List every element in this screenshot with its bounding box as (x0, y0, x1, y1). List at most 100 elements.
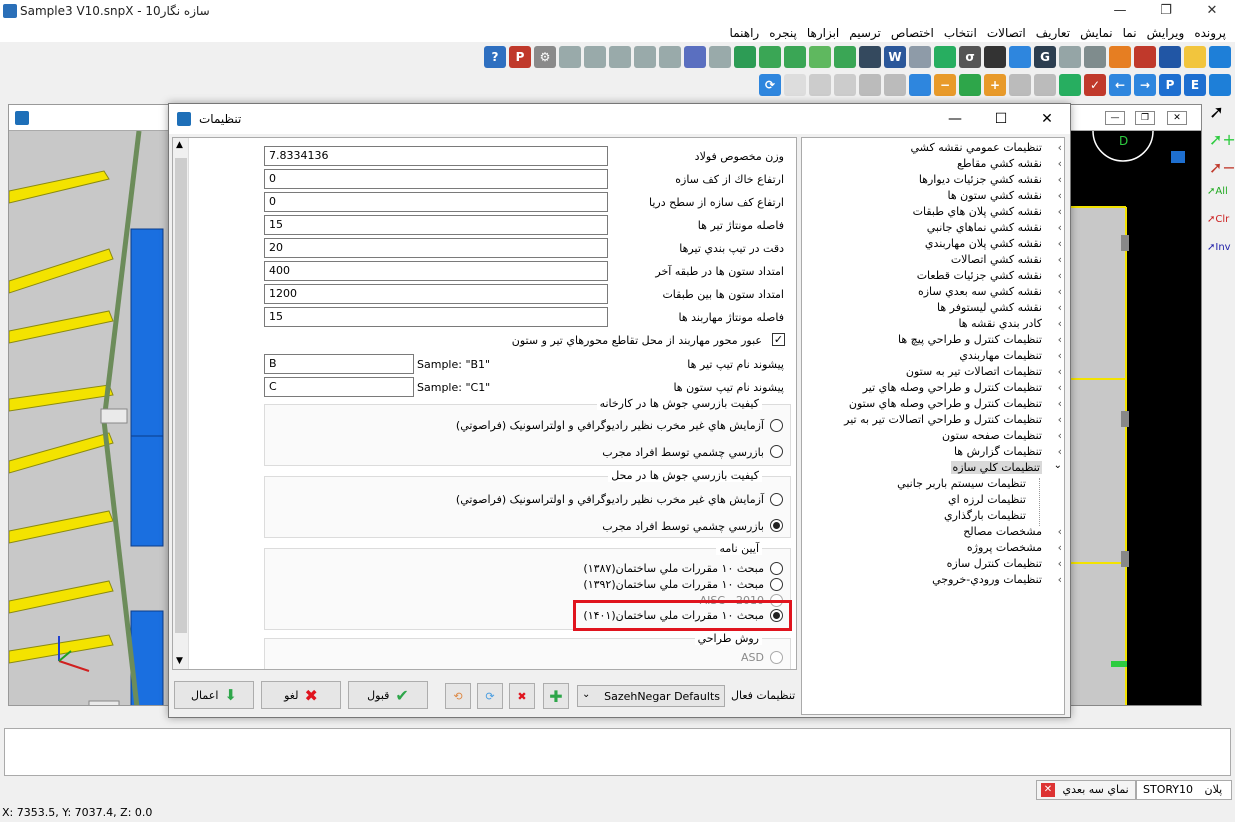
tree-expand-icon[interactable]: ‹ (1058, 332, 1062, 348)
menu-draw[interactable]: ترسيم (844, 25, 886, 41)
grid-icon[interactable] (834, 46, 856, 68)
pan-icon[interactable] (834, 74, 856, 96)
tree-node[interactable]: تنظيمات كنترل و طراحي وصله هاي ستون ‹ (804, 396, 1062, 412)
field-sea-level[interactable]: 0 (264, 192, 608, 212)
dialog-maximize-button[interactable]: ☐ (978, 104, 1024, 134)
tools-icon[interactable] (1134, 46, 1156, 68)
p-icon[interactable]: P (509, 46, 531, 68)
field-col-top[interactable]: 400 (264, 261, 608, 281)
tree-expand-icon[interactable]: ‹ (1058, 572, 1062, 588)
delete-settings-button[interactable]: ✖ (509, 683, 535, 709)
menu-file[interactable]: پرونده (1189, 25, 1231, 41)
weight-icon[interactable] (984, 46, 1006, 68)
field-beam-typing[interactable]: 20 (264, 238, 608, 258)
tree-node[interactable]: نقشه كشي ستون ها ‹ (804, 188, 1063, 204)
refresh-icon[interactable]: ⟳ (759, 74, 781, 96)
menu-edit[interactable]: ويرايش (1142, 25, 1190, 41)
tree-node[interactable]: نقشه كشي مقاطع ‹ (804, 156, 1062, 172)
close-button[interactable]: ✕ (1189, 0, 1235, 24)
tree-expand-icon[interactable]: ‹ (1058, 556, 1062, 572)
arrow-left-icon[interactable]: ← (1109, 74, 1131, 96)
truck-icon[interactable] (1059, 46, 1081, 68)
field-steel-density[interactable]: 7.8334136 (264, 146, 608, 166)
tree-expand-icon[interactable]: ‹ (1058, 172, 1062, 188)
viewport-3d[interactable] (8, 104, 170, 706)
sigma-icon[interactable]: σ (959, 46, 981, 68)
zoom-gray2-icon[interactable] (1009, 74, 1031, 96)
dialog-minimize-button[interactable]: — (932, 104, 978, 134)
tree-node[interactable]: تنظيمات گزارش ها ‹ (804, 444, 1062, 460)
tree-node[interactable]: تنظيمات كنترل و طراحي وصله هاي تير ‹ (804, 380, 1062, 396)
arrow-frame-icon[interactable] (684, 46, 706, 68)
field-beam-assembly[interactable]: 15 (264, 215, 608, 235)
field-soil-height[interactable]: 0 (264, 169, 608, 189)
frame2-icon[interactable] (659, 46, 681, 68)
beam-prefix-input[interactable]: B (264, 354, 414, 374)
plane-icon[interactable] (1009, 46, 1031, 68)
tree-expand-icon[interactable]: ‹ (1058, 412, 1062, 428)
frame3-icon[interactable] (634, 46, 656, 68)
select-clear-icon[interactable]: ➚Clr (1207, 214, 1229, 225)
building-icon[interactable] (859, 46, 881, 68)
word-icon[interactable]: W (884, 46, 906, 68)
tree-expand-icon[interactable]: ‹ (1058, 428, 1062, 444)
tree-node[interactable]: تنظيمات كلي سازه (804, 460, 1054, 476)
tree-node[interactable]: نقشه كشي پلان مهاربندي ‹ (804, 236, 1062, 252)
tree-expand-icon[interactable]: ‹ (1058, 204, 1062, 220)
grid2-icon[interactable] (784, 46, 806, 68)
brace-axis-checkbox[interactable]: ✓ (772, 333, 785, 346)
tree-expanded-icon[interactable]: ⌄ (1054, 460, 1062, 471)
weld-site-visual-radio[interactable] (770, 519, 783, 532)
tree-node[interactable]: مشخصات پروژه ‹ (804, 540, 1062, 556)
menu-connections[interactable]: اتصالات (982, 25, 1031, 41)
weld-factory-ndt-radio[interactable] (770, 419, 783, 432)
menu-select[interactable]: انتخاب (939, 25, 982, 41)
checklist-icon[interactable]: ✓ (1084, 74, 1106, 96)
tree-expand-icon[interactable]: ‹ (1058, 156, 1062, 172)
form-scrollbar[interactable]: ▲ ▼ (173, 138, 189, 669)
select-remove-icon[interactable]: ➚− (1209, 158, 1235, 177)
tree-node[interactable]: كادر بندي نقشه ها ‹ (804, 316, 1062, 332)
recycle-button[interactable]: ⟲ (445, 683, 471, 709)
tree-node[interactable]: نقشه كشي اتصالات ‹ (804, 252, 1062, 268)
zoom-fit-icon[interactable] (959, 74, 981, 96)
menu-define[interactable]: تعاريف (1031, 25, 1075, 41)
tree-expand-icon[interactable]: ‹ (1058, 284, 1062, 300)
tree-node[interactable]: تنظيمات سيستم باربر جانبي (804, 476, 1054, 492)
menu-tools[interactable]: ابزارها (802, 25, 844, 41)
field-brace-assembly[interactable]: 15 (264, 307, 608, 327)
cup-icon[interactable] (809, 74, 831, 96)
tree-expand-icon[interactable]: ‹ (1058, 268, 1062, 284)
tree-expand-icon[interactable]: ‹ (1058, 252, 1062, 268)
pen-icon[interactable] (1059, 74, 1081, 96)
menu-assign[interactable]: اختصاص (886, 25, 939, 41)
folder-icon[interactable] (1184, 46, 1206, 68)
weld-site-ndt-radio[interactable] (770, 493, 783, 506)
tab-3d-close-icon[interactable]: ✕ (1041, 783, 1055, 797)
frame4-icon[interactable] (609, 46, 631, 68)
tree-node[interactable]: تنظيمات ورودي-خروجي ‹ (804, 572, 1062, 588)
tree-node[interactable]: نقشه كشي پلان هاي طبقات ‹ (804, 204, 1062, 220)
scroll-down-icon[interactable]: ▼ (176, 656, 183, 666)
bars-icon[interactable] (734, 46, 756, 68)
tree-expand-icon[interactable]: ‹ (1058, 188, 1062, 204)
tree-node[interactable]: تنظيمات عمومي نقشه كشي ‹ (804, 140, 1062, 156)
tree-expand-icon[interactable]: ‹ (1058, 524, 1062, 540)
compass-icon[interactable] (1109, 46, 1131, 68)
tab-3d[interactable]: ✕ نماي سه بعدي (1036, 780, 1136, 800)
tree-expand-icon[interactable]: ‹ (1058, 364, 1062, 380)
minimize-button[interactable]: — (1097, 0, 1143, 24)
viewport-plan-max-button[interactable]: ❐ (1135, 111, 1155, 125)
tree-node[interactable]: نقشه كشي ليستوفر ها ‹ (804, 300, 1062, 316)
tree-node[interactable]: تنظيمات لرزه اي (804, 492, 1054, 508)
tree-node[interactable]: نقشه كشي نماهاي جانبي ‹ (804, 220, 1062, 236)
check-icon[interactable] (809, 46, 831, 68)
tree-node[interactable]: تنظيمات اتصالات تير به ستون ‹ (804, 364, 1062, 380)
tree-expand-icon[interactable]: ‹ (1058, 140, 1062, 156)
tree-node[interactable]: نقشه كشي جزئيات قطعات ‹ (804, 268, 1062, 284)
zoom-in-icon[interactable]: + (984, 74, 1006, 96)
tree-node[interactable]: نقشه كشي جزئيات ديوارها ‹ (804, 172, 1062, 188)
gear-icon[interactable]: ⚙ (534, 46, 556, 68)
select-all-icon[interactable]: ➚All (1207, 186, 1228, 197)
tree-expand-icon[interactable]: ‹ (1058, 396, 1062, 412)
